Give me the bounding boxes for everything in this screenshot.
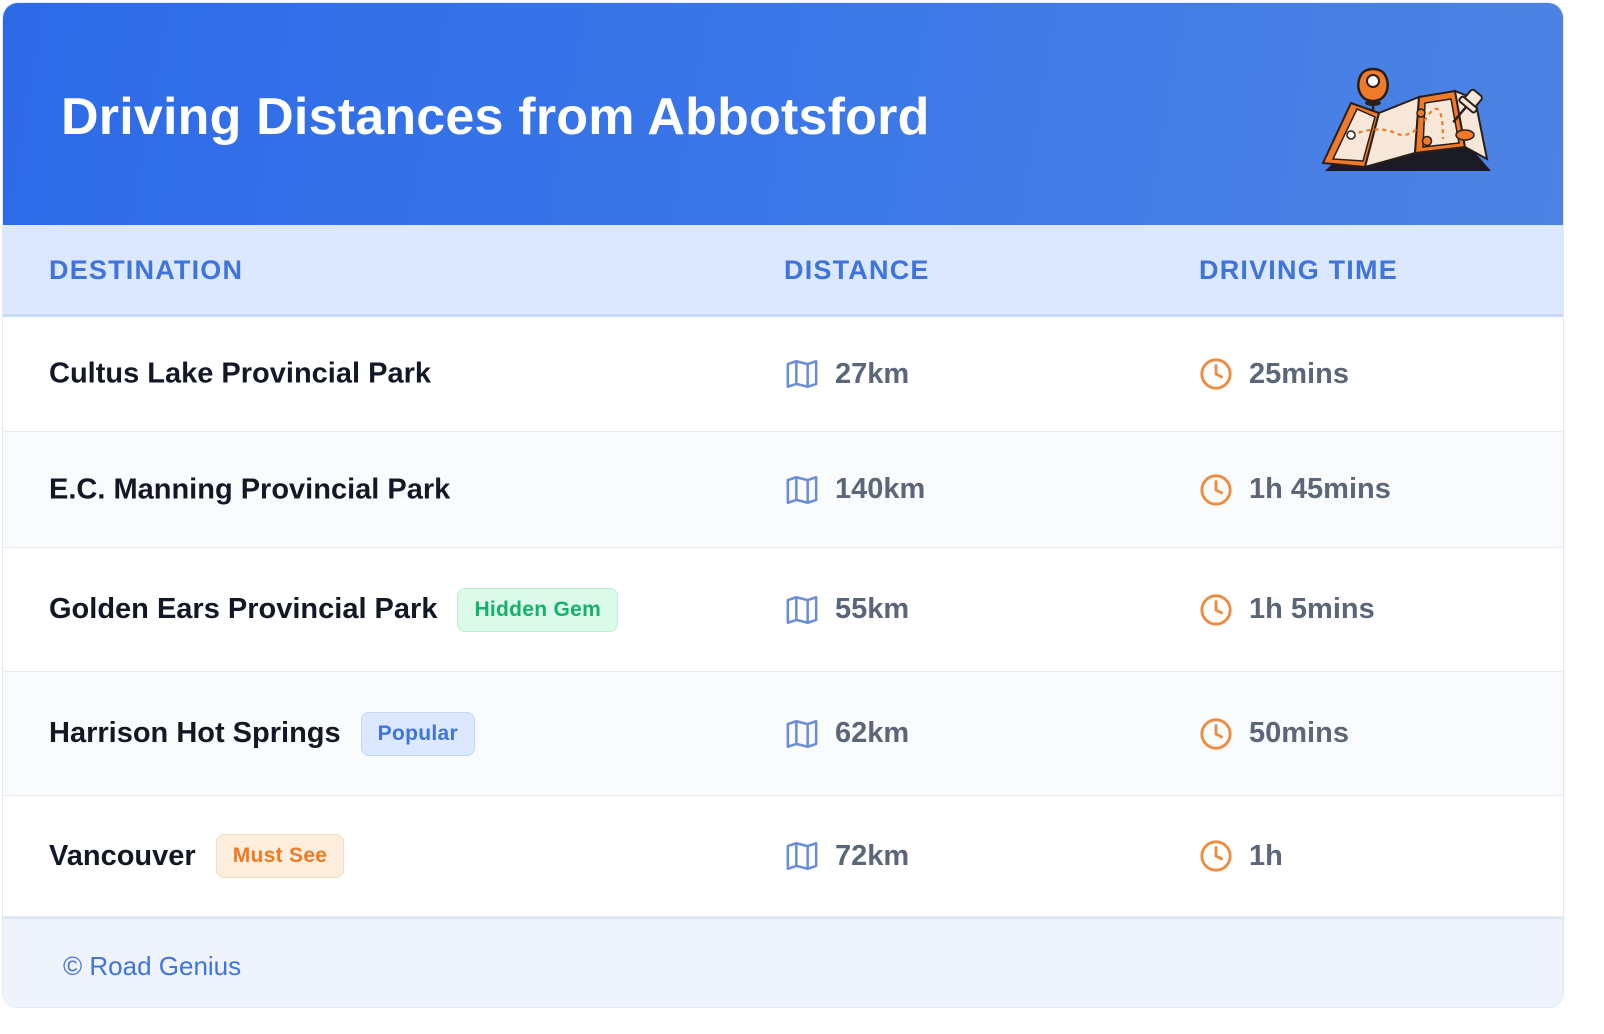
time-cell: 1h [1199,839,1283,873]
destination-cell: Harrison Hot Springs Popular [49,711,475,756]
table-header: DESTINATION DISTANCE DRIVING TIME [3,225,1563,317]
footer: © Road Genius [3,917,1563,1007]
column-header-distance: DISTANCE [784,255,930,285]
time-cell: 25mins [1199,357,1349,391]
column-header-destination: DESTINATION [49,255,244,285]
destination-name: E.C. Manning Provincial Park [49,473,451,505]
map-icon [786,359,818,389]
distance-value: 72km [835,839,910,872]
destination-name: Golden Ears Provincial Park [49,593,438,625]
clock-icon [1200,717,1232,750]
driving-distances-card: Driving Distances from Abbotsford DESTIN… [2,2,1564,1008]
destination-name: Cultus Lake Provincial Park [49,357,431,390]
distance-value: 55km [835,593,910,625]
time-value: 1h 5mins [1249,593,1375,625]
destination-name: Harrison Hot Springs [49,717,341,749]
time-cell: 1h 5mins [1199,593,1375,627]
column-header-driving-time: DRIVING TIME [1199,255,1398,285]
page-title: Driving Distances from Abbotsford [61,88,930,146]
table-row: Golden Ears Provincial Park Hidden Gem 5… [3,548,1563,672]
distance-cell: 27km [785,357,909,391]
clock-icon [1200,358,1232,390]
table-row: Vancouver Must See 72km 1h [3,796,1563,917]
distance-cell: 72km [785,839,909,873]
destination-name: Vancouver [49,839,196,872]
table-row: Cultus Lake Provincial Park 27km 25mins [3,317,1563,432]
table-row: Harrison Hot Springs Popular 62km 50mins [3,672,1563,796]
header-banner: Driving Distances from Abbotsford [3,3,1563,225]
destination-cell: Golden Ears Provincial Park Hidden Gem [49,587,619,632]
distance-cell: 62km [785,717,909,751]
map-icon [786,475,818,504]
destination-cell: Cultus Lake Provincial Park [49,358,431,391]
clock-icon [1200,593,1232,626]
must-see-badge: Must See [215,834,345,878]
destination-cell: E.C. Manning Provincial Park [49,473,450,506]
time-value: 1h 45mins [1249,473,1391,505]
map-pin-illustration-icon [1321,67,1491,171]
map-icon [786,841,818,871]
map-icon [786,719,818,748]
distance-value: 140km [835,473,926,505]
distance-cell: 55km [785,593,909,627]
time-value: 1h [1249,839,1283,872]
time-value: 25mins [1249,357,1349,390]
clock-icon [1200,840,1232,872]
distance-value: 27km [835,357,910,390]
distance-cell: 140km [785,473,925,507]
distance-value: 62km [835,717,910,749]
popular-badge: Popular [360,711,475,756]
time-value: 50mins [1249,717,1349,749]
destination-cell: Vancouver Must See [49,834,345,878]
map-icon [786,595,818,624]
footer-credit: © Road Genius [63,951,242,981]
time-cell: 1h 45mins [1199,473,1391,507]
hidden-gem-badge: Hidden Gem [457,587,619,632]
clock-icon [1200,473,1232,506]
table-row: E.C. Manning Provincial Park 140km 1h 45… [3,432,1563,548]
time-cell: 50mins [1199,717,1349,751]
